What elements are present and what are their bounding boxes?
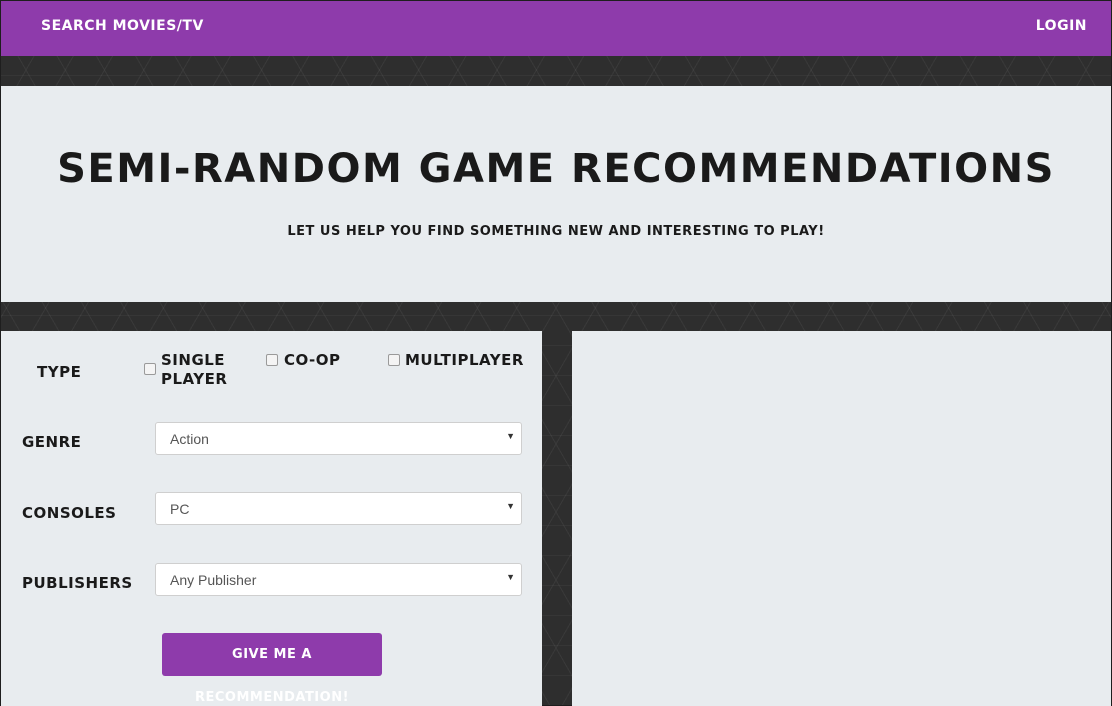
page-subtitle: Let us help you find something new and i…: [287, 224, 825, 239]
recommendation-result-panel: [572, 331, 1111, 706]
multiplayer-label: Multiplayer: [405, 351, 524, 369]
top-navbar: Search Movies/TV Login: [1, 1, 1111, 56]
genre-label: Genre: [22, 433, 82, 451]
type-label: Type: [37, 363, 82, 381]
co-op-label: Co-Op: [284, 351, 341, 369]
hero-banner: Semi-Random Game Recommendations Let us …: [1, 86, 1111, 302]
chevron-down-icon: ▼: [506, 431, 515, 441]
genre-selected-value: Action: [170, 431, 209, 447]
publishers-select[interactable]: Any Publisher ▼: [155, 563, 522, 596]
consoles-select[interactable]: PC ▼: [155, 492, 522, 525]
chevron-down-icon: ▼: [506, 501, 515, 511]
co-op-checkbox[interactable]: [266, 354, 278, 366]
page-title: Semi-Random Game Recommendations: [57, 146, 1055, 192]
chevron-down-icon: ▼: [506, 572, 515, 582]
recommendation-form: Type Single Player Co-Op Multiplayer Gen…: [1, 331, 542, 706]
publishers-label: Publishers: [22, 574, 133, 592]
genre-select[interactable]: Action ▼: [155, 422, 522, 455]
publishers-selected-value: Any Publisher: [170, 572, 257, 588]
single-player-label: Single Player: [161, 351, 228, 388]
single-player-checkbox[interactable]: [144, 363, 156, 375]
login-link[interactable]: Login: [1036, 18, 1087, 34]
multiplayer-checkbox[interactable]: [388, 354, 400, 366]
consoles-label: Consoles: [22, 504, 117, 522]
search-movies-tv-link[interactable]: Search Movies/TV: [41, 18, 204, 34]
consoles-selected-value: PC: [170, 501, 190, 517]
give-recommendation-button[interactable]: Give me a recommendation!: [162, 633, 382, 705]
